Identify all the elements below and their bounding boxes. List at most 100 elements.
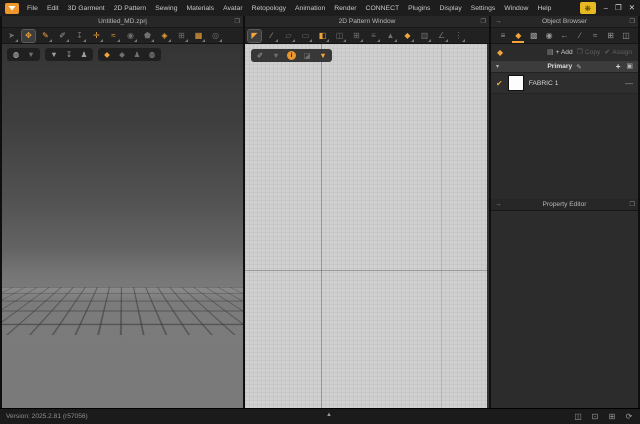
show-avatar-icon[interactable]: ♟ [79,50,89,60]
assign-fabric-button[interactable]: ✔ Assign [604,48,632,57]
restore-button[interactable]: ❐ [615,4,622,12]
primary-section-header[interactable]: ▾ Primary ✎ + ▣ [491,60,638,73]
check-icon[interactable]: ✔ [496,79,503,88]
edit-pattern-tool-icon[interactable]: ∕ [265,30,278,42]
menu-file[interactable]: File [27,5,38,12]
binding-tool-icon[interactable]: ⋮ [452,30,465,42]
dual-view-icon[interactable]: ◫ [573,412,583,421]
world-render-icon[interactable]: ◍ [147,50,157,60]
pen-3d-tool-icon[interactable]: ✎ [39,30,52,42]
baseline-tool-icon[interactable]: ▥ [418,30,431,42]
show-3d-garment-icon[interactable]: ◍ [11,50,21,60]
menu-avatar[interactable]: Avatar [223,5,243,12]
edit-sewing-tool-icon[interactable]: ✐ [56,30,69,42]
show-texture-icon[interactable]: ▼ [318,51,328,61]
menu-sewing[interactable]: Sewing [155,5,177,12]
flatten-tool-icon[interactable]: ◈ [158,30,171,42]
pattern-info-icon[interactable]: i [287,51,296,60]
window-3d-icon[interactable]: ⊡ [590,412,600,421]
reset-layout-icon[interactable]: ⟳ [624,412,634,421]
steam-brush-icon[interactable]: ◉ [124,30,137,42]
ground-grid [2,287,243,335]
menu-materials[interactable]: Materials [187,5,215,12]
expander-icon[interactable]: ▾ [496,63,499,70]
tab-graphic[interactable]: ▩ [528,28,540,43]
menu-render[interactable]: Render [334,5,356,12]
garment-3d-titlebar[interactable]: Untitled_MD.zprj ❐ [2,16,243,28]
measure-tool-icon[interactable]: ∠ [435,30,448,42]
menu-settings[interactable]: Settings [471,5,496,12]
dart-tool-icon[interactable]: ◧ [316,30,329,42]
clo-badge-icon[interactable]: ❋ [579,2,596,14]
tab-topstitch[interactable]: ∕ [574,28,586,43]
minimize-button[interactable]: – [604,4,608,12]
tab-puckering[interactable]: ≈ [589,28,601,43]
garment-3d-viewport[interactable]: ◍ ▼ ▼ ↧ ♟ ◆ ◆ ♟ ◍ [2,44,243,408]
show-pattern-icon[interactable]: ▼ [271,51,281,61]
fabric-swatch[interactable] [507,75,524,91]
notch-tool-icon[interactable]: ◫ [333,30,346,42]
menu-3d-garment[interactable]: 3D Garment [68,5,105,12]
move-tool-icon[interactable]: ✥ [22,29,35,42]
trace-tool-icon[interactable]: ▲ [384,30,397,42]
rectangle-tool-icon[interactable]: ▭ [299,30,312,42]
select-tool-icon[interactable]: ➤ [5,30,18,42]
sewing-tool-icon[interactable]: ≈ [107,30,120,42]
menu-plugins[interactable]: Plugins [408,5,430,12]
avatar-render-icon[interactable]: ♟ [132,50,142,60]
tack-tool-icon[interactable]: ✛ [90,30,103,42]
undock-icon[interactable]: ❐ [629,18,635,25]
pattern-2d-titlebar[interactable]: 2D Pattern Window ❐ [245,16,489,28]
polygon-tool-icon[interactable]: ▱ [282,30,295,42]
menu-display[interactable]: Display [439,5,461,12]
avatar-tool-icon[interactable]: ⬟ [141,30,154,42]
remesh-tool-icon[interactable]: ▦ [192,30,205,42]
object-browser-header[interactable]: → Object Browser ❐ [491,16,638,28]
tab-fabric[interactable]: ◆ [512,28,525,43]
menu-retopology[interactable]: Retopology [252,5,286,12]
undock-icon[interactable]: ❐ [234,18,240,25]
tab-zipper[interactable]: ← [559,28,571,43]
show-3d-pattern-icon[interactable]: ▼ [26,50,36,60]
pleat-tool-icon[interactable]: ≡ [367,30,380,42]
undock-icon[interactable]: ❐ [480,18,486,25]
add-fabric-button[interactable]: ▤ + Add [547,48,573,57]
menu-connect[interactable]: CONNECT [366,5,400,12]
menu-window[interactable]: Window [504,5,528,12]
window-2d-icon[interactable]: ⊞ [607,412,617,421]
grading-tool-icon[interactable]: ⊞ [350,30,363,42]
show-garment-icon[interactable]: ▼ [49,50,59,60]
fabric-mesh-icon[interactable]: ◆ [117,50,127,60]
close-button[interactable]: ✕ [629,4,635,12]
undock-icon[interactable]: ❐ [629,201,635,208]
pattern-2d-viewport[interactable]: ✐ ▼ i ◪ ▼ [245,44,489,408]
edit-pencil-icon[interactable]: ✎ [576,63,581,71]
fabric-list-item[interactable]: ✔ FABRIC 1 — [491,73,638,94]
grid-tool-icon[interactable]: ⊞ [175,30,188,42]
menu-help[interactable]: Help [537,5,551,12]
show-pin-icon[interactable]: ↧ [64,50,74,60]
panel-collapse-icon[interactable]: → [495,201,502,208]
fabric-actions-row: ◆ ▤ + Add ❐ Copy ✔ Assign [491,44,638,60]
bottom-collapse-arrow[interactable]: ▲ [326,412,332,418]
panel-collapse-icon[interactable]: → [495,18,502,25]
menu-2d-pattern[interactable]: 2D Pattern [114,5,147,12]
pen-2d-icon[interactable]: ✐ [255,51,265,61]
menu-animation[interactable]: Animation [295,5,325,12]
fur-tool-icon[interactable]: ◎ [209,30,222,42]
transform-pattern-tool-icon[interactable]: ◤ [248,29,261,42]
fabric-render-icon[interactable]: ◆ [102,50,112,60]
tab-trim[interactable]: ◫ [620,28,632,43]
tab-scene[interactable]: ≡ [497,28,509,43]
pin-tool-icon[interactable]: ↧ [73,30,86,42]
show-fabric-icon[interactable]: ◪ [302,51,312,61]
property-editor-header[interactable]: → Property Editor ❐ [491,199,638,211]
folder-icon[interactable]: ▣ [626,62,633,71]
tab-rack[interactable]: ⊞ [605,28,617,43]
add-item-icon[interactable]: + [616,62,621,71]
texture-tool-icon[interactable]: ◆ [401,30,414,42]
item-minus-icon[interactable]: — [625,79,633,88]
copy-fabric-button[interactable]: ❐ Copy [577,48,601,57]
menu-edit[interactable]: Edit [47,5,59,12]
tab-button[interactable]: ◉ [543,28,555,43]
